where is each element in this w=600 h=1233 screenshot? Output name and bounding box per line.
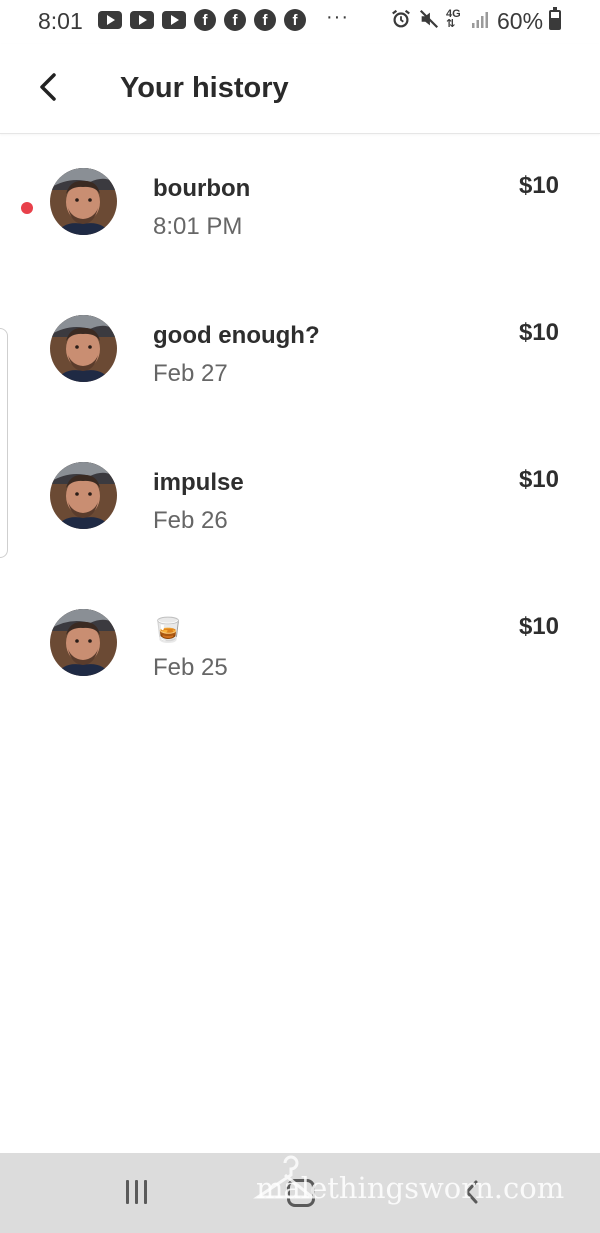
data-transfer-icon: 4G ⇅ xyxy=(446,8,461,30)
history-item-date: 8:01 PM xyxy=(153,213,243,240)
history-item-title: 🥃 xyxy=(153,617,183,644)
app-header: Your history xyxy=(0,44,600,134)
mute-icon xyxy=(419,9,439,29)
avatar xyxy=(50,168,117,235)
facebook-icon: f xyxy=(224,9,246,31)
system-icons: 4G ⇅ xyxy=(390,8,490,30)
overflow-icon: ··· xyxy=(326,6,349,28)
signal-icon xyxy=(472,12,488,28)
youtube-icon xyxy=(130,11,154,29)
history-item[interactable]: 🥃 Feb 25 $10 xyxy=(0,576,600,723)
recents-button[interactable] xyxy=(121,1180,151,1206)
watermark: malethingsworn.com xyxy=(256,1171,565,1205)
facebook-icon: f xyxy=(194,9,216,31)
back-button[interactable] xyxy=(30,69,66,105)
battery-percent: 60% xyxy=(497,8,544,34)
status-bar: 8:01 f f f f ··· 4G ⇅ 60% xyxy=(0,0,600,44)
avatar-photo xyxy=(50,462,117,529)
page-title: Your history xyxy=(120,72,289,104)
avatar xyxy=(50,609,117,676)
alarm-icon xyxy=(392,9,410,28)
unread-dot xyxy=(21,202,33,214)
history-item-amount: $10 xyxy=(518,172,559,199)
avatar xyxy=(50,315,117,382)
notification-icons: f f f f xyxy=(98,9,306,31)
youtube-icon xyxy=(98,11,122,29)
history-item-amount: $10 xyxy=(518,613,559,640)
history-list: bourbon 8:01 PM $10 good enough? Feb 27 $10 … xyxy=(0,135,600,723)
battery-level xyxy=(551,18,559,28)
avatar-photo xyxy=(50,315,117,382)
system-nav-bar: malethingsworn.com xyxy=(0,1153,600,1233)
history-item-date: Feb 26 xyxy=(153,507,228,534)
history-item-amount: $10 xyxy=(518,466,559,493)
avatar-photo xyxy=(50,609,117,676)
history-item-title: bourbon xyxy=(153,175,251,202)
status-time: 8:01 xyxy=(38,8,83,34)
youtube-icon xyxy=(162,11,186,29)
avatar xyxy=(50,462,117,529)
history-item[interactable]: good enough? Feb 27 $10 xyxy=(0,282,600,429)
recents-icon xyxy=(125,1180,129,1204)
history-item-amount: $10 xyxy=(518,319,559,346)
history-item[interactable]: impulse Feb 26 $10 xyxy=(0,429,600,576)
chevron-left-icon xyxy=(40,73,56,101)
battery-icon xyxy=(549,7,561,30)
history-item-date: Feb 27 xyxy=(153,360,228,387)
history-item-title: good enough? xyxy=(153,322,320,349)
history-item-date: Feb 25 xyxy=(153,654,228,681)
history-item-title: impulse xyxy=(153,469,244,496)
facebook-icon: f xyxy=(284,9,306,31)
history-item[interactable]: bourbon 8:01 PM $10 xyxy=(0,135,600,282)
facebook-icon: f xyxy=(254,9,276,31)
avatar-photo xyxy=(50,168,117,235)
